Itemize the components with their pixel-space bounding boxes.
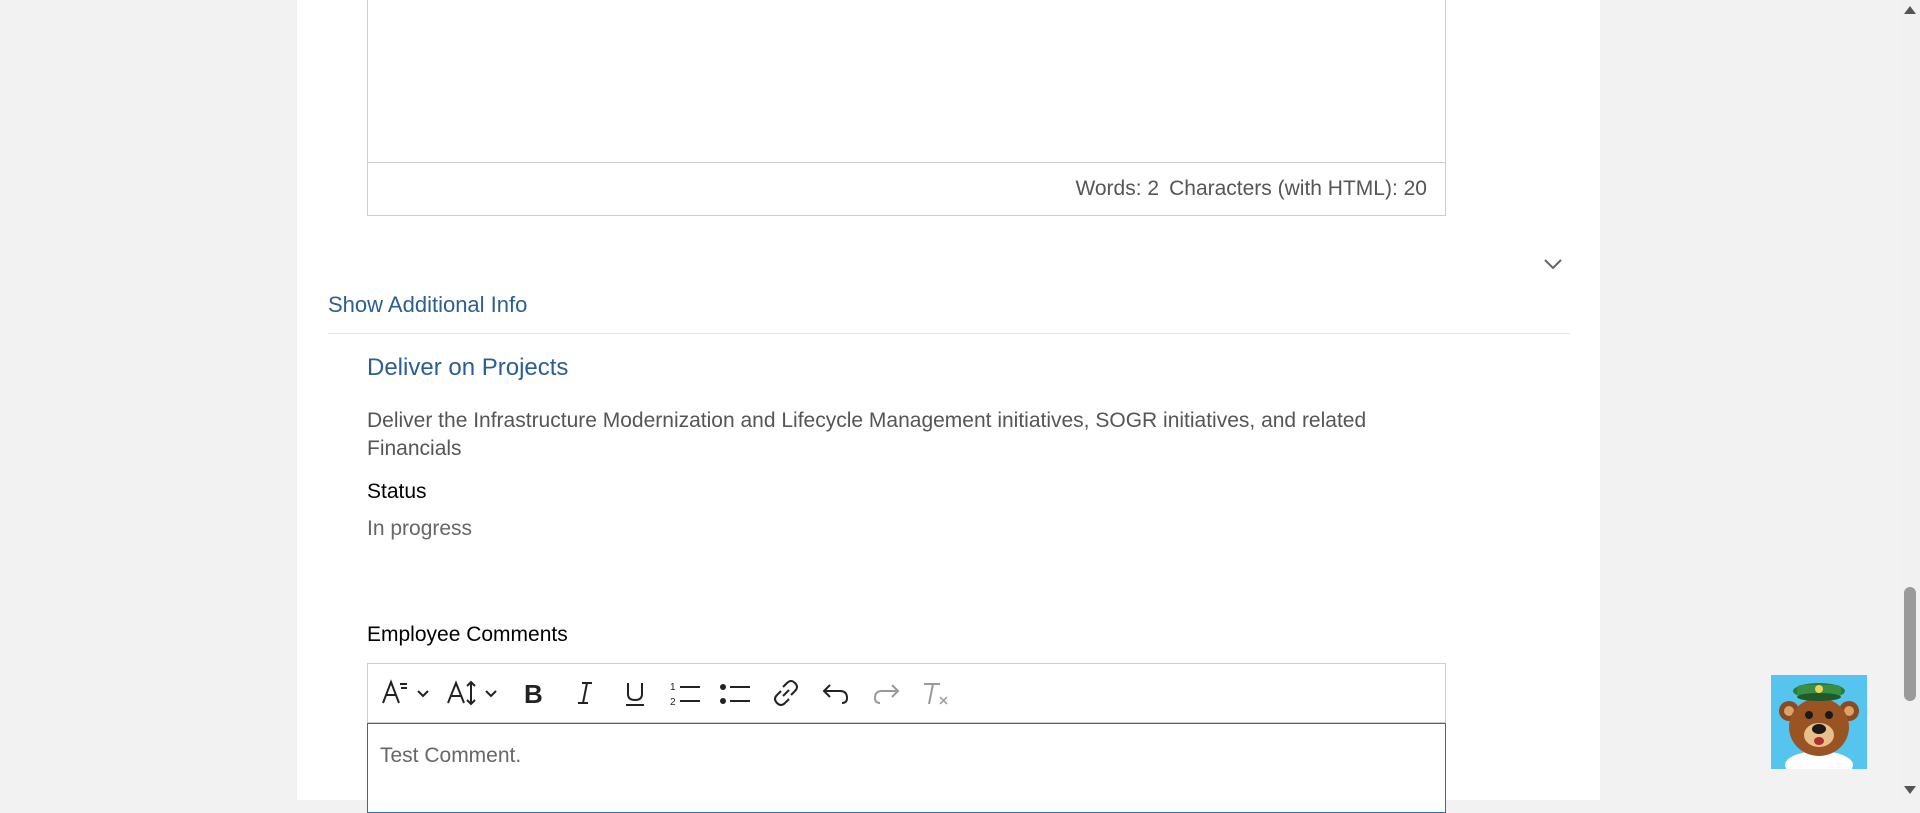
svg-text:2: 2 (670, 697, 676, 708)
employee-comments-label: Employee Comments (367, 623, 568, 646)
font-style-icon[interactable] (380, 673, 436, 713)
character-count: Characters (with HTML): 20 (1169, 177, 1427, 200)
bear-mascot-icon (1771, 675, 1867, 769)
clear-formatting-icon[interactable] (916, 673, 956, 713)
link-icon[interactable] (766, 673, 806, 713)
redo-icon[interactable] (866, 673, 906, 713)
font-size-icon[interactable] (446, 673, 506, 713)
form-page: Words: 2 Characters (with HTML): 20 Show… (297, 0, 1600, 813)
numbered-list-icon[interactable]: 1 2 (666, 673, 706, 713)
bulleted-list-icon[interactable] (716, 673, 756, 713)
scroll-down-arrow-icon[interactable] (1904, 786, 1916, 794)
rich-text-editor-previous: Words: 2 Characters (with HTML): 20 (367, 0, 1446, 216)
comment-text: Test Comment. (380, 744, 522, 767)
status-label: Status (367, 480, 427, 503)
italic-icon[interactable] (566, 673, 606, 713)
svg-text:B: B (524, 679, 543, 709)
svg-text:1: 1 (670, 682, 676, 693)
bear-mascot-chat-widget[interactable] (1771, 675, 1867, 769)
underline-icon[interactable] (616, 673, 656, 713)
editor-content-area[interactable] (368, 0, 1445, 162)
scrollbar-thumb[interactable] (1904, 587, 1916, 701)
vertical-scrollbar[interactable] (1900, 0, 1920, 800)
word-count: Words: 2 (1075, 177, 1160, 200)
editor-status-bar: Words: 2 Characters (with HTML): 20 (368, 162, 1445, 215)
scroll-up-arrow-icon[interactable] (1904, 6, 1916, 14)
chevron-down-icon[interactable] (1538, 252, 1568, 276)
status-value: In progress (367, 517, 473, 540)
divider (328, 333, 1570, 334)
bold-icon[interactable]: B (516, 673, 556, 713)
show-additional-info-link[interactable]: Show Additional Info (328, 292, 527, 318)
undo-icon[interactable] (816, 673, 856, 713)
goal-description: Deliver the Infrastructure Modernization… (367, 409, 1367, 460)
editor-toolbar: B 1 2 (368, 664, 1445, 723)
goal-title: Deliver on Projects (367, 354, 569, 381)
employee-comments-editor: B 1 2 Test Comment. (367, 663, 1446, 813)
